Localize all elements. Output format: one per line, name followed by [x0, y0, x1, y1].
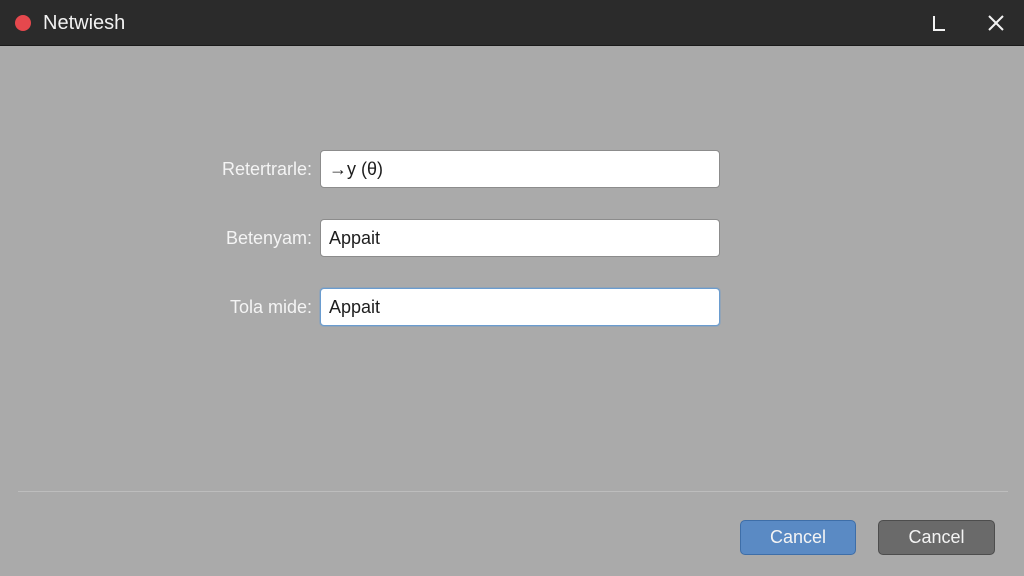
close-button[interactable] [981, 8, 1011, 38]
status-dot-icon [15, 15, 31, 31]
text-field-2[interactable] [320, 219, 720, 257]
text-field-1[interactable] [320, 150, 720, 188]
primary-cancel-button[interactable]: Cancel [740, 520, 856, 555]
field-label-3: Tola mide: [229, 297, 312, 317]
secondary-cancel-button[interactable]: Cancel [878, 520, 995, 555]
minimize-button[interactable] [924, 8, 954, 38]
form-row-3: Tola mide: [0, 288, 1024, 326]
dialog-window: Netwiesh Retertrarle: Betenyam: Tola mid… [0, 0, 1024, 576]
footer-divider [18, 491, 1008, 492]
field-label-1: Retertrarle: [221, 159, 312, 179]
title-bar: Netwiesh [0, 0, 1024, 46]
field-label-2: Betenyam: [225, 228, 312, 248]
close-icon [988, 15, 1004, 31]
text-field-3[interactable] [320, 288, 720, 326]
minimize-icon [933, 16, 945, 31]
form-row-2: Betenyam: [0, 219, 1024, 257]
window-title: Netwiesh [43, 12, 126, 34]
form-row-1: Retertrarle: [0, 150, 1024, 188]
